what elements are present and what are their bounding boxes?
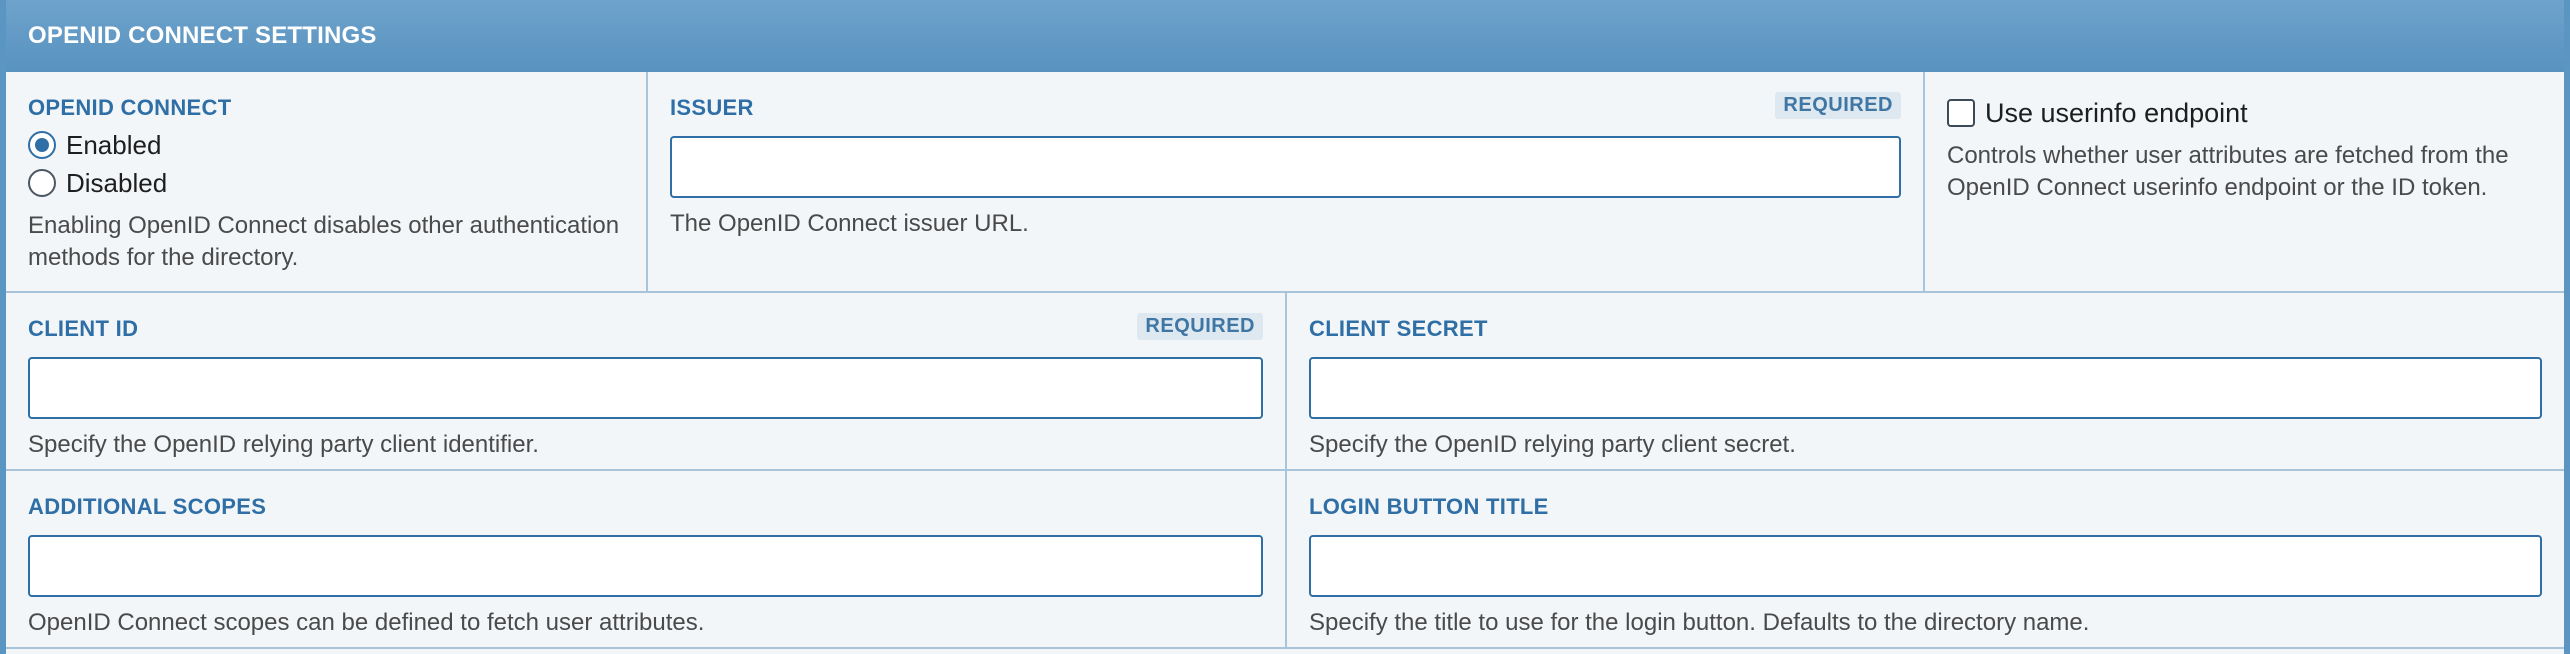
radio-enabled-icon[interactable] [28,131,56,159]
radio-enabled[interactable]: Enabled [28,126,624,164]
additional-scopes-cell: ADDITIONAL SCOPES OpenID Connect scopes … [6,471,1285,647]
client-secret-input[interactable] [1309,357,2542,419]
radio-disabled-label[interactable]: Disabled [66,168,167,199]
client-secret-label: CLIENT SECRET [1309,316,1488,341]
client-id-input[interactable] [28,357,1263,419]
openid-connect-label: OPENID CONNECT [28,95,232,120]
client-id-label: CLIENT ID [28,316,139,341]
login-button-title-cell: LOGIN BUTTON TITLE Specify the title to … [1285,471,2564,647]
userinfo-checkbox-label[interactable]: Use userinfo endpoint [1985,98,2248,129]
login-button-title-input[interactable] [1309,535,2542,597]
radio-disabled-icon[interactable] [28,169,56,197]
userinfo-cell: Use userinfo endpoint Controls whether u… [1923,72,2564,291]
required-badge: REQUIRED [1775,92,1901,119]
openid-connect-help: Enabling OpenID Connect disables other a… [28,212,620,271]
client-id-help: Specify the OpenID relying party client … [28,431,539,458]
openid-connect-settings-panel: OPENID CONNECT SETTINGS OPENID CONNECT E… [0,0,2570,654]
userinfo-checkbox-row[interactable]: Use userinfo endpoint [1947,96,2542,130]
client-id-cell: CLIENT ID REQUIRED Specify the OpenID re… [6,293,1285,469]
issuer-cell: ISSUER REQUIRED The OpenID Connect issue… [646,72,1923,291]
additional-scopes-label: ADDITIONAL SCOPES [28,494,267,519]
login-button-title-label: LOGIN BUTTON TITLE [1309,494,1549,519]
openid-connect-cell: OPENID CONNECT Enabled Disabled Enabling… [6,72,646,291]
issuer-input[interactable] [670,136,1901,198]
settings-row-3: ADDITIONAL SCOPES OpenID Connect scopes … [6,471,2564,649]
radio-disabled[interactable]: Disabled [28,164,624,202]
settings-row-2: CLIENT ID REQUIRED Specify the OpenID re… [6,293,2564,471]
client-secret-help: Specify the OpenID relying party client … [1309,431,1796,458]
radio-enabled-label[interactable]: Enabled [66,130,161,161]
additional-scopes-help: OpenID Connect scopes can be defined to … [28,609,705,636]
userinfo-checkbox[interactable] [1947,99,1975,127]
login-button-title-help: Specify the title to use for the login b… [1309,609,2090,636]
issuer-label: ISSUER [670,95,754,120]
client-secret-cell: CLIENT SECRET Specify the OpenID relying… [1285,293,2564,469]
settings-row-1: OPENID CONNECT Enabled Disabled Enabling… [6,72,2564,293]
required-badge: REQUIRED [1137,313,1263,340]
issuer-help: The OpenID Connect issuer URL. [670,210,1029,237]
panel-title: OPENID CONNECT SETTINGS [6,0,2564,72]
additional-scopes-input[interactable] [28,535,1263,597]
userinfo-help: Controls whether user attributes are fet… [1947,142,2509,201]
